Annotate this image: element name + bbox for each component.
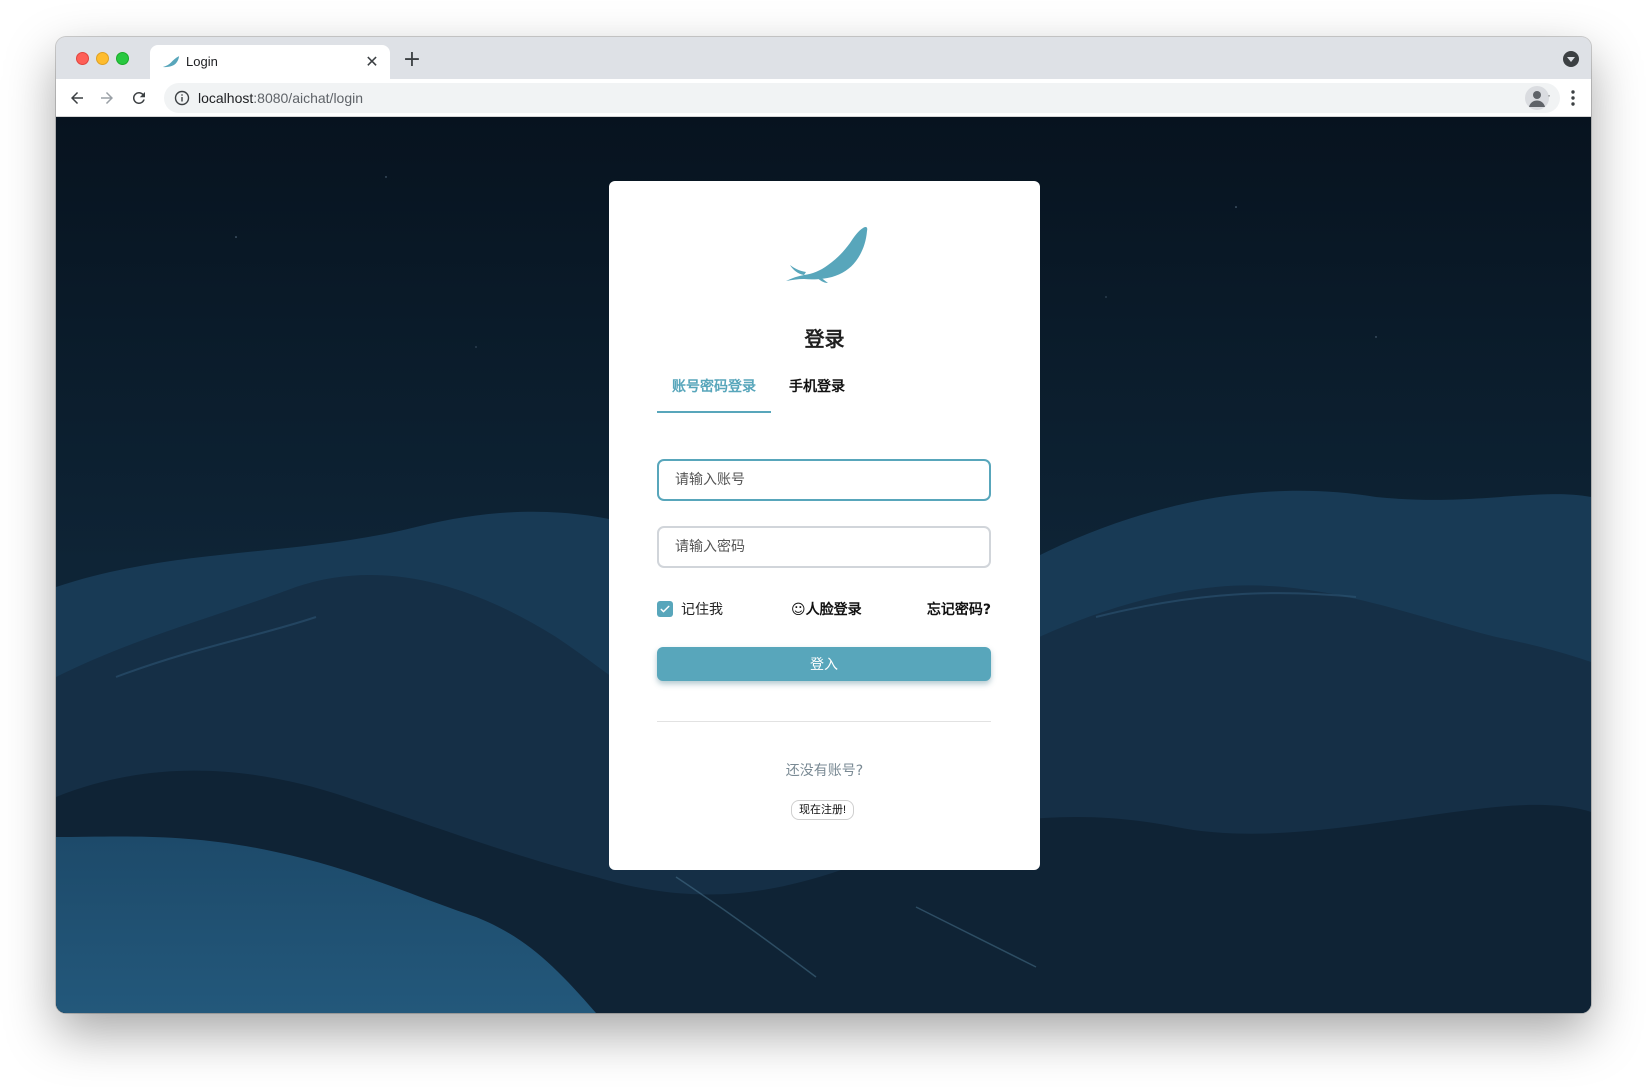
browser-tab[interactable]: Login ✕ bbox=[150, 45, 390, 79]
reload-icon bbox=[132, 91, 145, 104]
tab-phone-login[interactable]: 手机登录 bbox=[787, 375, 847, 413]
face-login-link[interactable]: ☺人脸登录 bbox=[791, 599, 862, 619]
close-tab-icon[interactable]: ✕ bbox=[362, 52, 382, 72]
remember-label: 记住我 bbox=[681, 602, 723, 618]
new-tab-button[interactable]: + bbox=[400, 49, 424, 73]
url-text: localhost:8080/aichat/login bbox=[198, 90, 363, 106]
login-card: 登录 账号密码登录 手机登录 记住我 ☺人脸登录 忘记密码? bbox=[609, 181, 1040, 870]
login-submit-button[interactable]: 登入 bbox=[657, 647, 991, 681]
tab-account-password[interactable]: 账号密码登录 bbox=[657, 375, 771, 413]
forward-arrow-icon bbox=[101, 92, 113, 104]
whale-logo-icon bbox=[786, 227, 868, 283]
tab-search-icon[interactable] bbox=[1563, 51, 1579, 67]
browser-toolbar: localhost:8080/aichat/login bbox=[56, 79, 1591, 117]
page-viewport: 登录 账号密码登录 手机登录 记住我 ☺人脸登录 忘记密码? bbox=[56, 117, 1591, 1013]
register-button[interactable]: 现在注册! bbox=[791, 800, 855, 820]
tab-title: Login bbox=[186, 54, 218, 69]
maximize-window-button[interactable] bbox=[116, 52, 129, 65]
divider bbox=[657, 721, 991, 722]
remember-checkbox[interactable] bbox=[657, 601, 673, 617]
no-account-text: 还没有账号? bbox=[785, 763, 864, 779]
password-input[interactable] bbox=[657, 526, 991, 568]
back-arrow-icon bbox=[71, 92, 83, 104]
url-host: localhost bbox=[198, 90, 254, 106]
login-title: 登录 bbox=[804, 327, 845, 351]
reload-button[interactable] bbox=[126, 85, 152, 111]
address-bar[interactable]: localhost:8080/aichat/login bbox=[164, 83, 1560, 113]
forgot-password-link[interactable]: 忘记密码? bbox=[927, 599, 991, 619]
login-method-tabs: 账号密码登录 手机登录 bbox=[657, 375, 991, 413]
forward-button[interactable] bbox=[94, 85, 120, 111]
checkmark-icon bbox=[660, 605, 670, 613]
tab-strip: Login ✕ + bbox=[56, 37, 1591, 79]
url-path: :8080/aichat/login bbox=[253, 90, 364, 106]
info-icon[interactable] bbox=[174, 90, 190, 106]
browser-window: Login ✕ + localhost:8080/aichat/login 登录… bbox=[56, 37, 1591, 1013]
back-button[interactable] bbox=[64, 85, 90, 111]
whale-favicon-icon bbox=[162, 56, 180, 68]
profile-avatar-icon[interactable] bbox=[1525, 86, 1549, 110]
username-input[interactable] bbox=[657, 459, 991, 501]
close-window-button[interactable] bbox=[76, 52, 89, 65]
login-options-row: 记住我 ☺人脸登录 忘记密码? bbox=[657, 597, 991, 621]
more-menu-icon[interactable] bbox=[1567, 86, 1579, 110]
remember-me[interactable]: 记住我 bbox=[657, 599, 723, 619]
minimize-window-button[interactable] bbox=[96, 52, 109, 65]
